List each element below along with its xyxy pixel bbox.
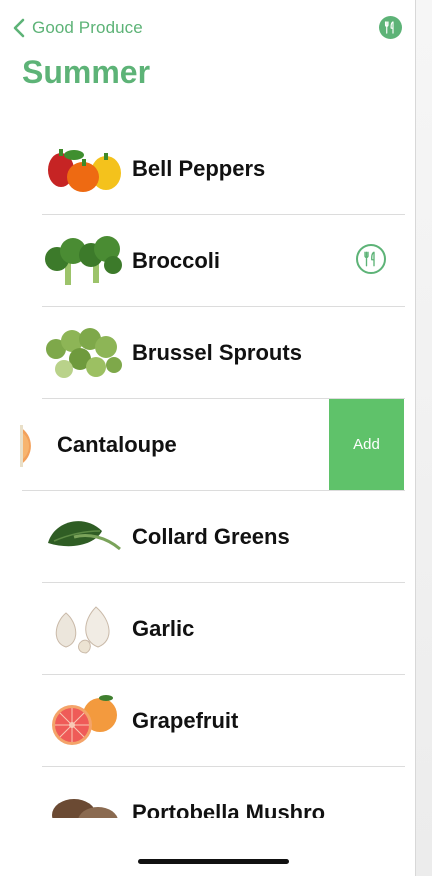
produce-name: Cantaloupe — [57, 432, 177, 457]
collard-greens-image — [48, 521, 121, 551]
fork-knife-icon — [364, 251, 375, 267]
list-item-grapefruit[interactable]: Grapefruit — [0, 675, 415, 767]
produce-name: Portobella Mushro — [132, 800, 326, 818]
produce-name: Bell Peppers — [132, 156, 266, 181]
cantaloupe-image — [20, 425, 31, 467]
produce-name: Grapefruit — [132, 708, 239, 733]
produce-name: Collard Greens — [132, 524, 290, 549]
home-indicator[interactable] — [138, 859, 289, 864]
background-edge — [415, 0, 432, 876]
portobello-mushroom-image — [52, 799, 118, 818]
produce-name: Garlic — [132, 616, 195, 641]
list-item-brussel-sprouts[interactable]: Brussel Sprouts — [0, 307, 415, 399]
fork-knife-icon — [384, 21, 394, 34]
produce-name: Brussel Sprouts — [132, 340, 302, 365]
chevron-left-icon — [13, 18, 25, 38]
bell-peppers-image — [48, 149, 121, 192]
list-item-portobella-mushroom[interactable]: Portobella Mushro — [0, 767, 415, 818]
list-item-garlic[interactable]: Garlic — [0, 583, 415, 675]
navigation-bar: Good Produce — [0, 0, 415, 56]
produce-name: Broccoli — [132, 248, 221, 273]
add-button[interactable]: Add — [329, 399, 404, 490]
back-button[interactable]: Good Produce — [12, 14, 143, 42]
brussel-sprouts-image — [46, 328, 122, 378]
garlic-image — [55, 606, 110, 654]
app-screen: Good Produce Summer Bell Peppers Broccol… — [0, 0, 415, 876]
back-button-label: Good Produce — [32, 18, 143, 37]
fork-knife-button[interactable] — [379, 16, 402, 39]
in-list-indicator[interactable] — [356, 244, 386, 274]
page-title: Summer — [22, 54, 151, 90]
broccoli-image — [45, 236, 122, 285]
list-item-cantaloupe[interactable]: Cantaloupe Add — [0, 399, 415, 491]
list-item-broccoli[interactable]: Broccoli — [0, 215, 415, 307]
produce-list: Bell Peppers Broccoli Brussel Sprouts Ca… — [0, 123, 415, 818]
list-item-collard-greens[interactable]: Collard Greens — [0, 491, 415, 583]
grapefruit-image — [52, 695, 117, 745]
list-item-bell-peppers[interactable]: Bell Peppers — [0, 123, 415, 215]
